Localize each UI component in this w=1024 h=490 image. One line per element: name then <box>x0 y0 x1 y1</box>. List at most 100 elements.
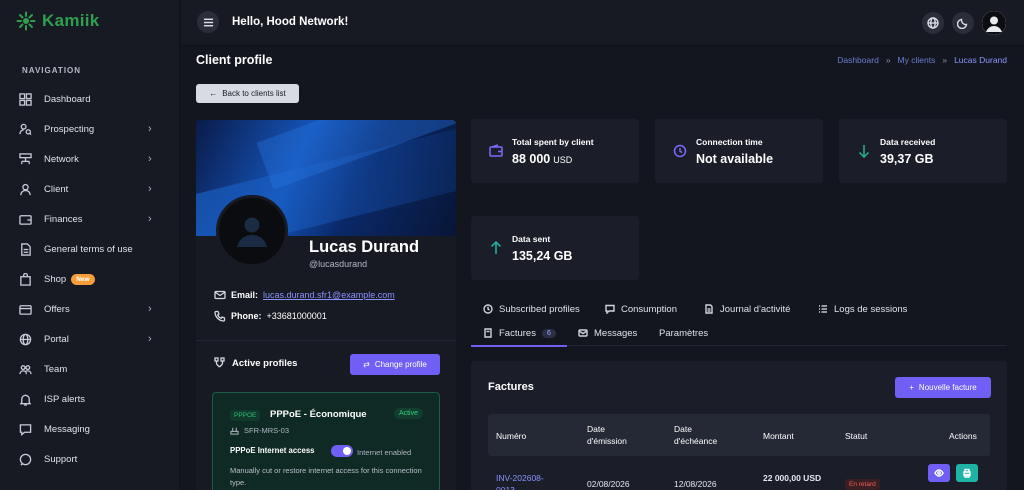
divider <box>196 340 456 341</box>
sidebar-item-shop[interactable]: Shop New <box>0 264 180 294</box>
sidebar-item-messaging[interactable]: Messaging <box>0 414 180 444</box>
tab-label: Factures <box>499 327 536 339</box>
chevron-right-icon: › <box>148 123 152 135</box>
chevron-right-icon: › <box>148 303 152 315</box>
tab-label: Consumption <box>621 303 677 315</box>
tab-session-logs[interactable]: Logs de sessions <box>818 298 907 320</box>
sidebar-item-label: Shop <box>44 273 67 285</box>
tab-label: Journal d'activité <box>720 303 791 315</box>
sidebar-item-label: Portal <box>44 333 69 345</box>
breadcrumb-dashboard[interactable]: Dashboard <box>837 55 879 65</box>
tab-subscribed-profiles[interactable]: Subscribed profiles <box>483 298 580 320</box>
column-header-number: Numéro <box>496 431 527 441</box>
tab-activity-journal[interactable]: Journal d'activité <box>704 298 790 320</box>
sidebar-item-finances[interactable]: Finances › <box>0 204 180 234</box>
document-icon <box>705 304 713 314</box>
phone-icon <box>214 310 226 322</box>
tab-factures[interactable]: Factures 6 <box>483 322 556 344</box>
chevron-right-icon: › <box>148 153 152 165</box>
stat-value: 39,37 GB <box>880 152 934 166</box>
brand-logo[interactable]: Kamiik <box>16 11 100 31</box>
view-invoice-button[interactable] <box>928 464 950 482</box>
sidebar-item-team[interactable]: Team <box>0 354 180 384</box>
new-invoice-button[interactable]: + Nouvelle facture <box>895 377 991 398</box>
sidebar-item-dashboard[interactable]: Dashboard <box>0 84 180 114</box>
sidebar: Kamiik NAVIGATION Dashboard Prospecting … <box>0 0 180 490</box>
phone-label: Phone: <box>231 311 262 321</box>
change-profile-label: Change profile <box>374 360 427 369</box>
invoice-icon <box>484 328 492 338</box>
sidebar-item-label: Prospecting <box>44 123 95 135</box>
sidebar-item-network[interactable]: Network › <box>0 144 180 174</box>
tab-messages[interactable]: Messages <box>578 322 637 344</box>
active-tab-indicator <box>471 345 567 347</box>
theme-toggle-button[interactable] <box>952 12 974 34</box>
print-invoice-button[interactable] <box>956 464 978 482</box>
chat-icon <box>605 304 615 314</box>
router-name: SFR-MRS-03 <box>244 426 290 435</box>
nav-section-title: NAVIGATION <box>22 66 82 75</box>
new-badge: New <box>71 273 95 285</box>
language-button[interactable] <box>922 12 944 34</box>
email-link[interactable]: lucas.durand.sfr1@example.com <box>263 290 395 300</box>
printer-icon <box>963 468 971 478</box>
globe-icon <box>927 17 939 29</box>
phone-value: +33681000001 <box>266 311 327 321</box>
mail-icon <box>214 290 226 300</box>
invoice-amount: 22 000,00 USD <box>763 473 822 483</box>
tab-parametres[interactable]: Paramètres <box>659 322 708 344</box>
invoice-number-link[interactable]: INV-202608-0013 <box>496 472 558 490</box>
sidebar-item-label: Offers <box>44 303 70 315</box>
sidebar-item-prospecting[interactable]: Prospecting › <box>0 114 180 144</box>
user-avatar[interactable] <box>982 11 1006 35</box>
sidebar-item-support[interactable]: Support <box>0 444 180 474</box>
sidebar-item-portal[interactable]: Portal › <box>0 324 180 354</box>
breadcrumb-current: Lucas Durand <box>954 55 1007 65</box>
sidebar-item-general-terms[interactable]: General terms of use <box>0 234 180 264</box>
swap-icon: ⇄ <box>363 360 370 369</box>
wallet-icon <box>19 213 32 226</box>
profile-username: @lucasdurand <box>309 259 368 269</box>
brand-name: Kamiik <box>42 11 100 30</box>
active-profiles-heading: Active profiles <box>214 357 297 369</box>
history-icon <box>483 304 493 314</box>
sidebar-item-offers[interactable]: Offers › <box>0 294 180 324</box>
grid-icon <box>19 92 32 106</box>
back-to-clients-button[interactable]: ← Back to clients list <box>196 84 299 103</box>
profile-name: Lucas Durand <box>309 238 420 256</box>
stat-connection-time: Connection time Not available <box>655 119 823 183</box>
change-profile-button[interactable]: ⇄ Change profile <box>350 354 440 375</box>
profile-phone-row: Phone: +33681000001 <box>214 310 327 322</box>
chat-icon <box>19 423 32 436</box>
invoices-table-header <box>488 414 990 456</box>
tab-consumption[interactable]: Consumption <box>605 298 677 320</box>
profile-card: Lucas Durand @lucasdurand Email: lucas.d… <box>196 120 456 490</box>
tab-count-badge: 6 <box>541 328 556 338</box>
internet-access-toggle[interactable] <box>331 445 353 457</box>
breadcrumb: Dashboard » My clients » Lucas Durand <box>837 55 1007 65</box>
new-invoice-label: Nouvelle facture <box>918 383 977 392</box>
sidebar-item-label: Client <box>44 183 69 195</box>
active-profiles-title: Active profiles <box>232 357 298 369</box>
stat-label: Total spent by client <box>512 137 594 147</box>
user-icon <box>19 183 32 196</box>
sidebar-item-client[interactable]: Client › <box>0 174 180 204</box>
column-header-issue-date: Date d'émission <box>587 424 627 446</box>
sidebar-item-label: ISP alerts <box>44 393 86 405</box>
sidebar-item-isp-alerts[interactable]: ISP alerts <box>0 384 180 414</box>
user-silhouette-icon <box>237 217 267 247</box>
breadcrumb-my-clients[interactable]: My clients <box>898 55 936 65</box>
sidebar-item-label: Team <box>44 363 68 375</box>
sidebar-item-label: General terms of use <box>44 243 133 255</box>
globe-icon <box>19 333 32 346</box>
profile-avatar <box>216 195 288 267</box>
list-icon <box>819 305 827 313</box>
email-label: Email: <box>231 290 259 300</box>
stat-value: Not available <box>696 152 774 166</box>
document-icon <box>19 242 32 256</box>
greeting: Hello, Hood Network! <box>232 16 349 28</box>
invoice-due-date: 12/08/2026 <box>674 479 717 489</box>
stat-unit: USD <box>553 155 573 165</box>
invoices-title: Factures <box>488 381 534 393</box>
menu-toggle-button[interactable] <box>197 11 219 33</box>
